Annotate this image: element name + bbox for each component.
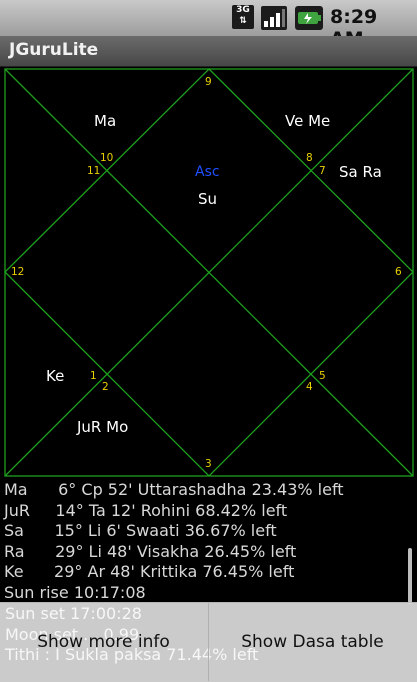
signal-strength-icon (261, 6, 287, 30)
house-number: 12 (11, 266, 24, 278)
planet-label: Ve Me (285, 112, 330, 130)
list-item: Sa 15° Li 6' Swaati 36.67% left (4, 521, 277, 540)
planet-label: Su (198, 190, 217, 208)
house-number: 3 (205, 458, 212, 470)
app-title: JGuruLite (9, 40, 99, 60)
house-number: 6 (395, 266, 402, 278)
house-number: 9 (205, 76, 212, 88)
network-type: 3G (236, 5, 250, 15)
chart-lines (4, 68, 414, 477)
list-item: Ke 29° Ar 48' Krittika 76.45% left (4, 562, 295, 581)
app-title-bar: JGuruLite (0, 36, 417, 67)
house-number: 4 (306, 381, 313, 393)
house-number: 8 (306, 152, 313, 164)
house-number: 1 (90, 370, 97, 382)
house-number: 10 (100, 152, 113, 164)
battery-charging-icon (295, 6, 323, 30)
house-number: 2 (102, 381, 109, 393)
list-item: Ra 29° Li 48' Visakha 26.45% left (4, 541, 297, 561)
planet-label: Ma (94, 112, 116, 130)
planet-label: Ke (46, 367, 64, 385)
planet-label: Sa Ra (339, 163, 382, 181)
scrollbar-thumb[interactable] (408, 548, 412, 604)
list-item: Ma 6° Cp 52' Uttarashadha 23.43% left (4, 480, 344, 499)
house-number: 11 (87, 165, 100, 177)
list-item: Sun rise 10:17:08 (4, 582, 146, 602)
house-number: 7 (319, 165, 326, 177)
planet-positions-list: Ma 6° Cp 52' Uttarashadha 23.43% left Ju… (4, 480, 404, 603)
show-dasa-table-button[interactable]: Show Dasa table (209, 603, 416, 681)
birth-chart: 9 10 11 8 7 12 6 1 2 5 4 3 Ma Ve Me Sa R… (4, 68, 414, 477)
planet-label: JuR Mo (76, 418, 128, 436)
list-item: JuR 14° Ta 12' Rohini 68.42% left (4, 500, 288, 520)
house-number: 5 (319, 370, 326, 382)
status-bar: 3G⇅ 8:29 AM (0, 0, 417, 50)
ascendant-label: Asc (195, 164, 220, 180)
show-more-info-button[interactable]: Show more info (0, 603, 207, 681)
network-3g-icon: 3G ⇅ (232, 5, 254, 29)
